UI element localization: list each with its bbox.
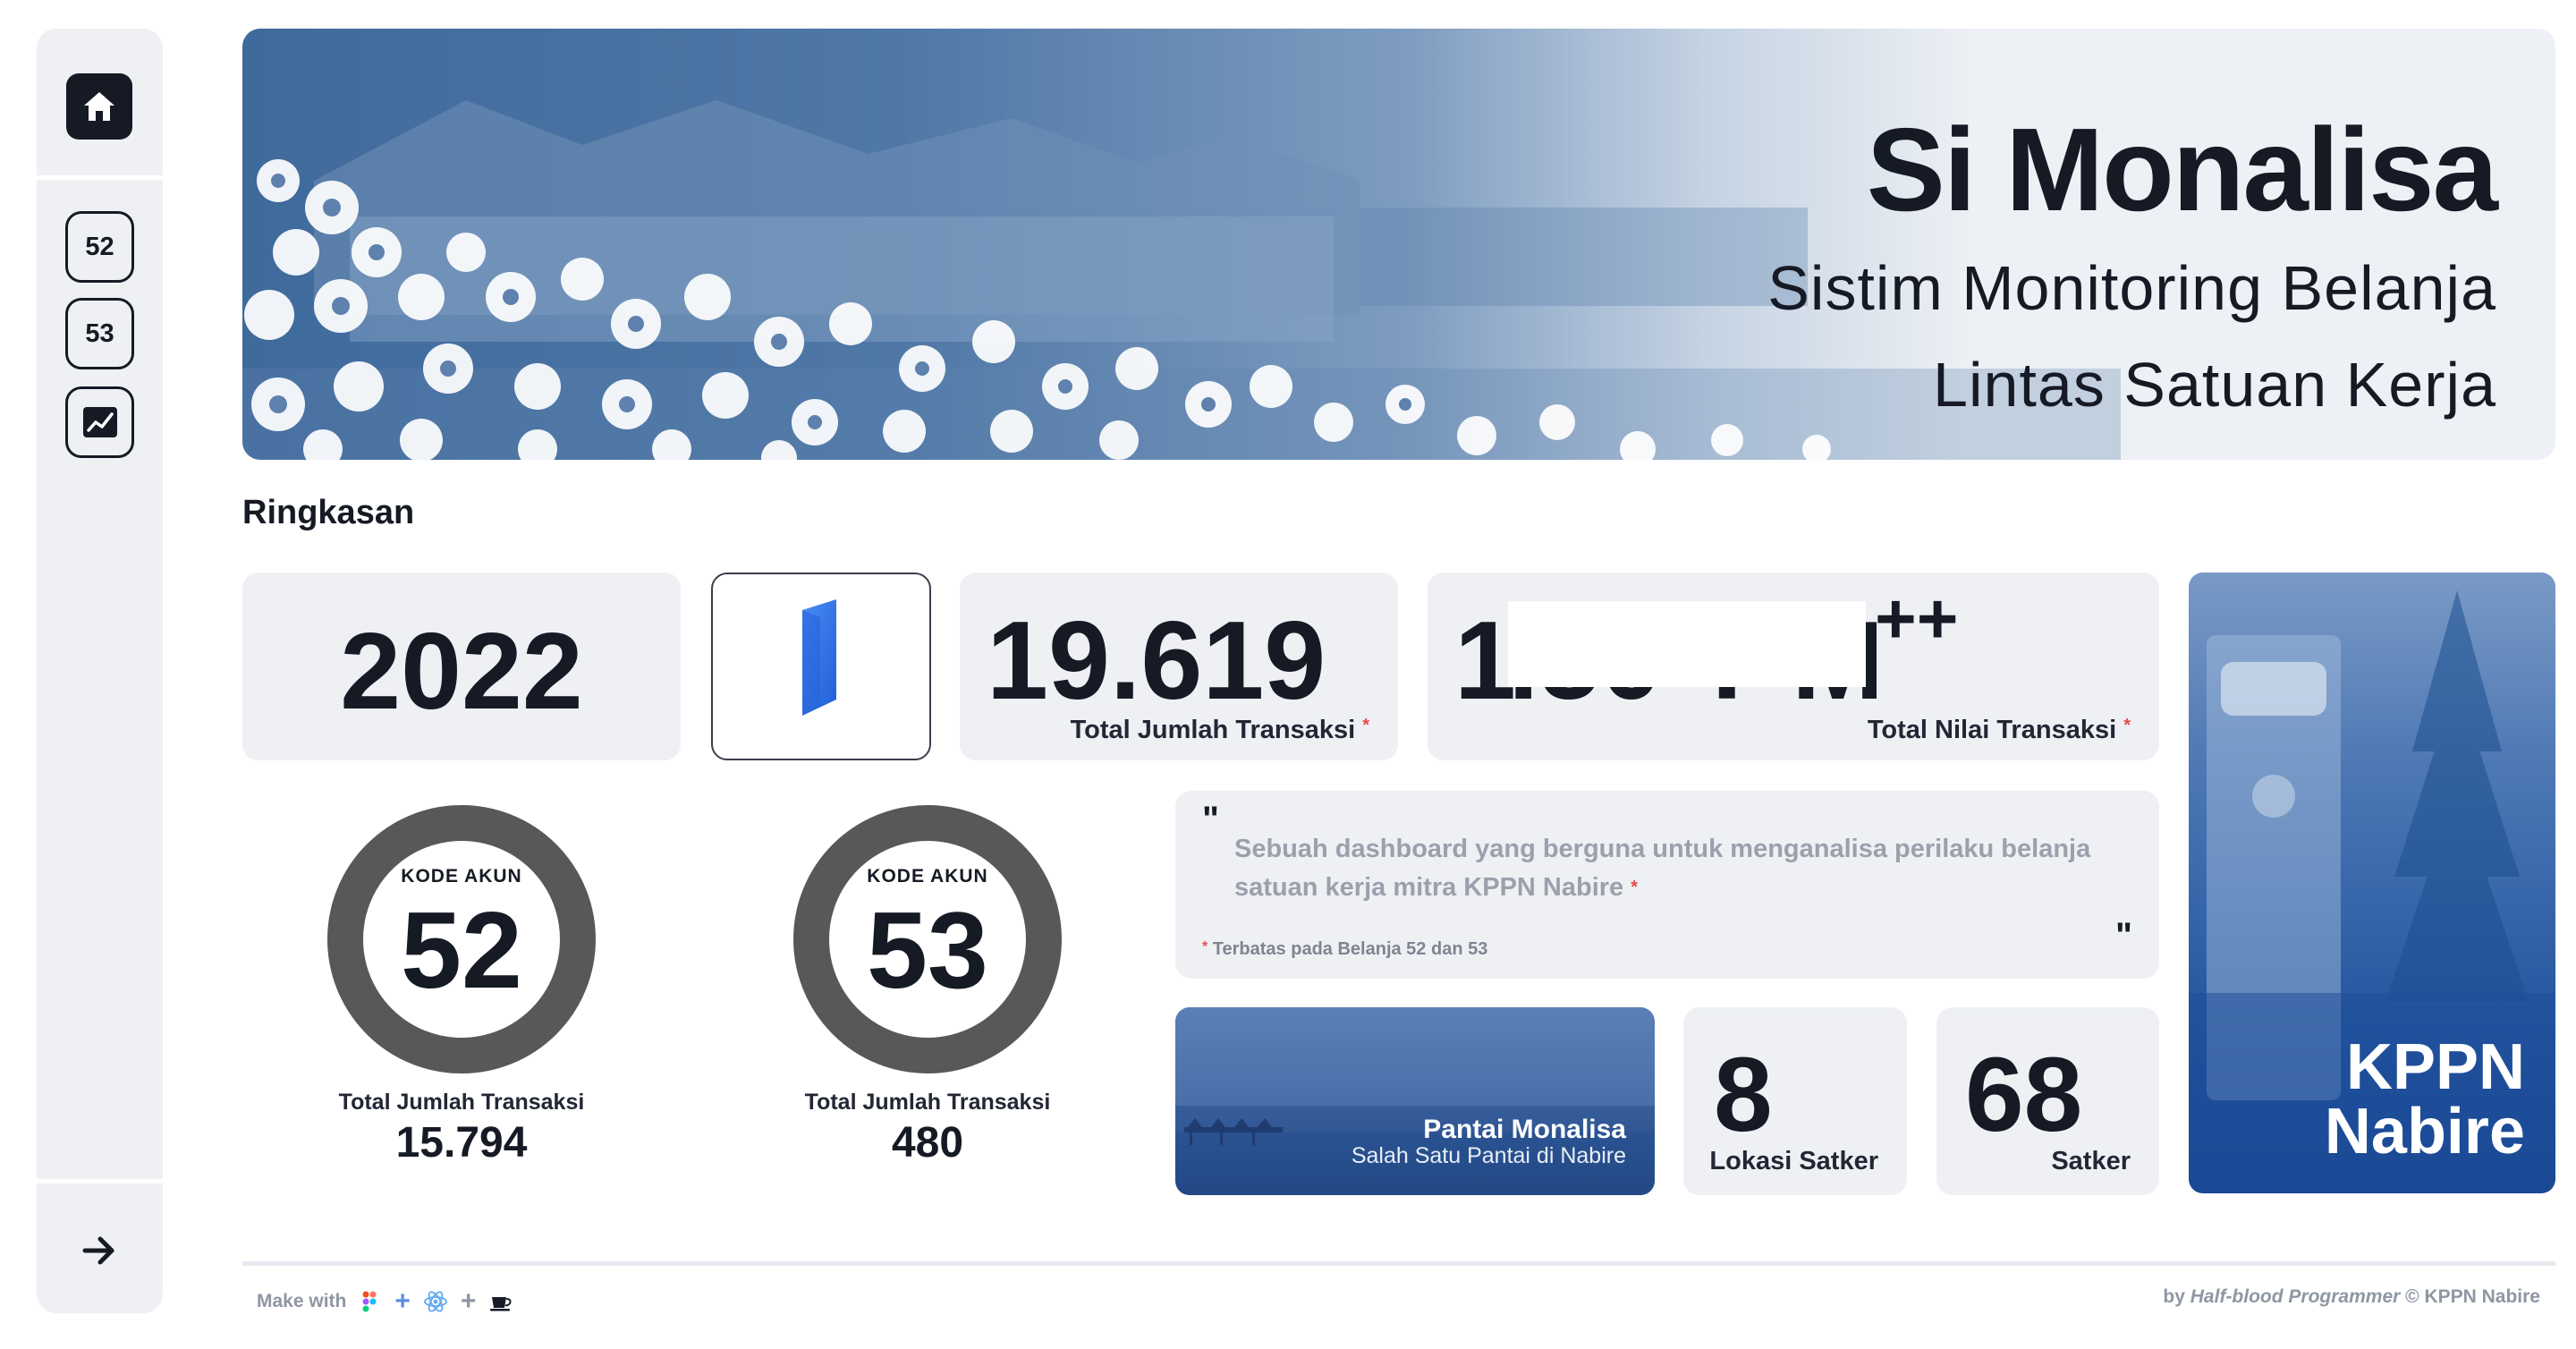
sidebar-item-52[interactable]: 52: [65, 211, 134, 283]
arrow-right-icon: [82, 1236, 114, 1265]
pantai-subtitle: Salah Satu Pantai di Nabire: [1351, 1143, 1626, 1168]
account-total-label: Total Jumlah Transaksi: [338, 1090, 585, 1115]
total-transactions-label: Total Jumlah Transaksi *: [1070, 716, 1369, 744]
account-kode-value: 53: [867, 889, 988, 1011]
account-total-value: 15.794: [395, 1119, 528, 1167]
account-52-block[interactable]: KODE AKUN 52 Total Jumlah Transaksi 15.7…: [283, 803, 640, 1179]
year-card: 2022: [242, 573, 681, 760]
plus-sign: +: [394, 1286, 411, 1316]
hero-background-photo: [242, 29, 2121, 460]
quote-text: Sebuah dashboard yang berguna untuk meng…: [1234, 835, 2091, 902]
kppn-title-line1: KPPN: [2345, 1031, 2525, 1103]
account-kode-label: KODE AKUN: [401, 866, 522, 887]
lokasi-satker-card: 8 Lokasi Satker: [1683, 1007, 1907, 1195]
coffee-icon: [490, 1297, 512, 1311]
sidebar-item-53[interactable]: 53: [65, 298, 134, 369]
make-with-label: Make with: [257, 1291, 347, 1311]
app-subtitle-line1: Sistim Monitoring Belanja: [1767, 253, 2496, 323]
kppn-card[interactable]: KPPN Nabire: [2189, 573, 2555, 1193]
app-logo-icon: [802, 599, 836, 716]
year-value: 2022: [340, 610, 583, 732]
total-transactions-card: 19.619 Total Jumlah Transaksi *: [960, 573, 1398, 760]
sidebar: 52 53: [37, 29, 163, 1313]
chart-line-icon: [82, 407, 117, 437]
expand-sidebar-button[interactable]: [72, 1224, 126, 1277]
pantai-card[interactable]: Pantai Monalisa Salah Satu Pantai di Nab…: [1175, 1007, 1655, 1195]
sidebar-item-chart[interactable]: [65, 386, 134, 458]
account-total-value: 480: [891, 1119, 964, 1167]
value-mask: [1508, 601, 1866, 687]
react-icon: [423, 1291, 447, 1312]
quote-footnote: * Terbatas pada Belanja 52 dan 53: [1202, 939, 1488, 959]
plus-sign: +: [460, 1286, 477, 1316]
account-kode-value: 52: [401, 889, 522, 1011]
quote-close-mark: ": [2115, 916, 2132, 955]
total-transactions-value: 19.619: [987, 599, 1326, 723]
pantai-title: Pantai Monalisa: [1423, 1115, 1626, 1144]
app-title: Si Monalisa: [1866, 104, 2498, 235]
sidebar-divider: [37, 175, 163, 180]
satker-card: 68 Satker: [1936, 1007, 2159, 1195]
home-icon: [84, 92, 114, 121]
home-button[interactable]: [66, 73, 132, 140]
author-link[interactable]: Half-blood Programmer: [2190, 1286, 2401, 1307]
sidebar-divider: [37, 1179, 163, 1184]
app-logo-card: [711, 573, 931, 760]
lokasi-satker-value: 8: [1714, 1036, 1773, 1154]
satker-label: Satker: [2051, 1147, 2131, 1175]
footer-author: by Half-blood Programmer © KPPN Nabire: [2163, 1286, 2540, 1307]
sidebar-item-label: 53: [85, 318, 114, 348]
total-value-card: 1 .50 T M ++ Total Nilai Transaksi *: [1428, 573, 2159, 760]
total-value-label: Total Nilai Transaksi *: [1867, 716, 2131, 744]
sidebar-item-label: 52: [85, 232, 114, 261]
account-total-label: Total Jumlah Transaksi: [804, 1090, 1051, 1115]
app-subtitle-line2: Lintas Satuan Kerja: [1933, 350, 2496, 420]
quote-open-mark: ": [1202, 800, 1219, 839]
quote-card: " Sebuah dashboard yang berguna untuk me…: [1175, 791, 2159, 979]
footer-credits: Make with + +: [257, 1286, 513, 1317]
account-kode-label: KODE AKUN: [867, 866, 988, 887]
account-53-block[interactable]: KODE AKUN 53 Total Jumlah Transaksi 480: [749, 803, 1106, 1179]
kppn-title-line2: Nabire: [2324, 1096, 2525, 1167]
hero-banner: Si Monalisa Sistim Monitoring Belanja Li…: [242, 29, 2555, 460]
total-value-suffix: ++: [1875, 579, 1959, 658]
total-value-prefix: 1: [1454, 599, 1516, 723]
satker-value: 68: [1965, 1036, 2083, 1154]
figma-icon: [362, 1291, 377, 1312]
lokasi-satker-label: Lokasi Satker: [1709, 1147, 1878, 1175]
footer-divider: [242, 1261, 2555, 1266]
section-title: Ringkasan: [242, 494, 415, 531]
